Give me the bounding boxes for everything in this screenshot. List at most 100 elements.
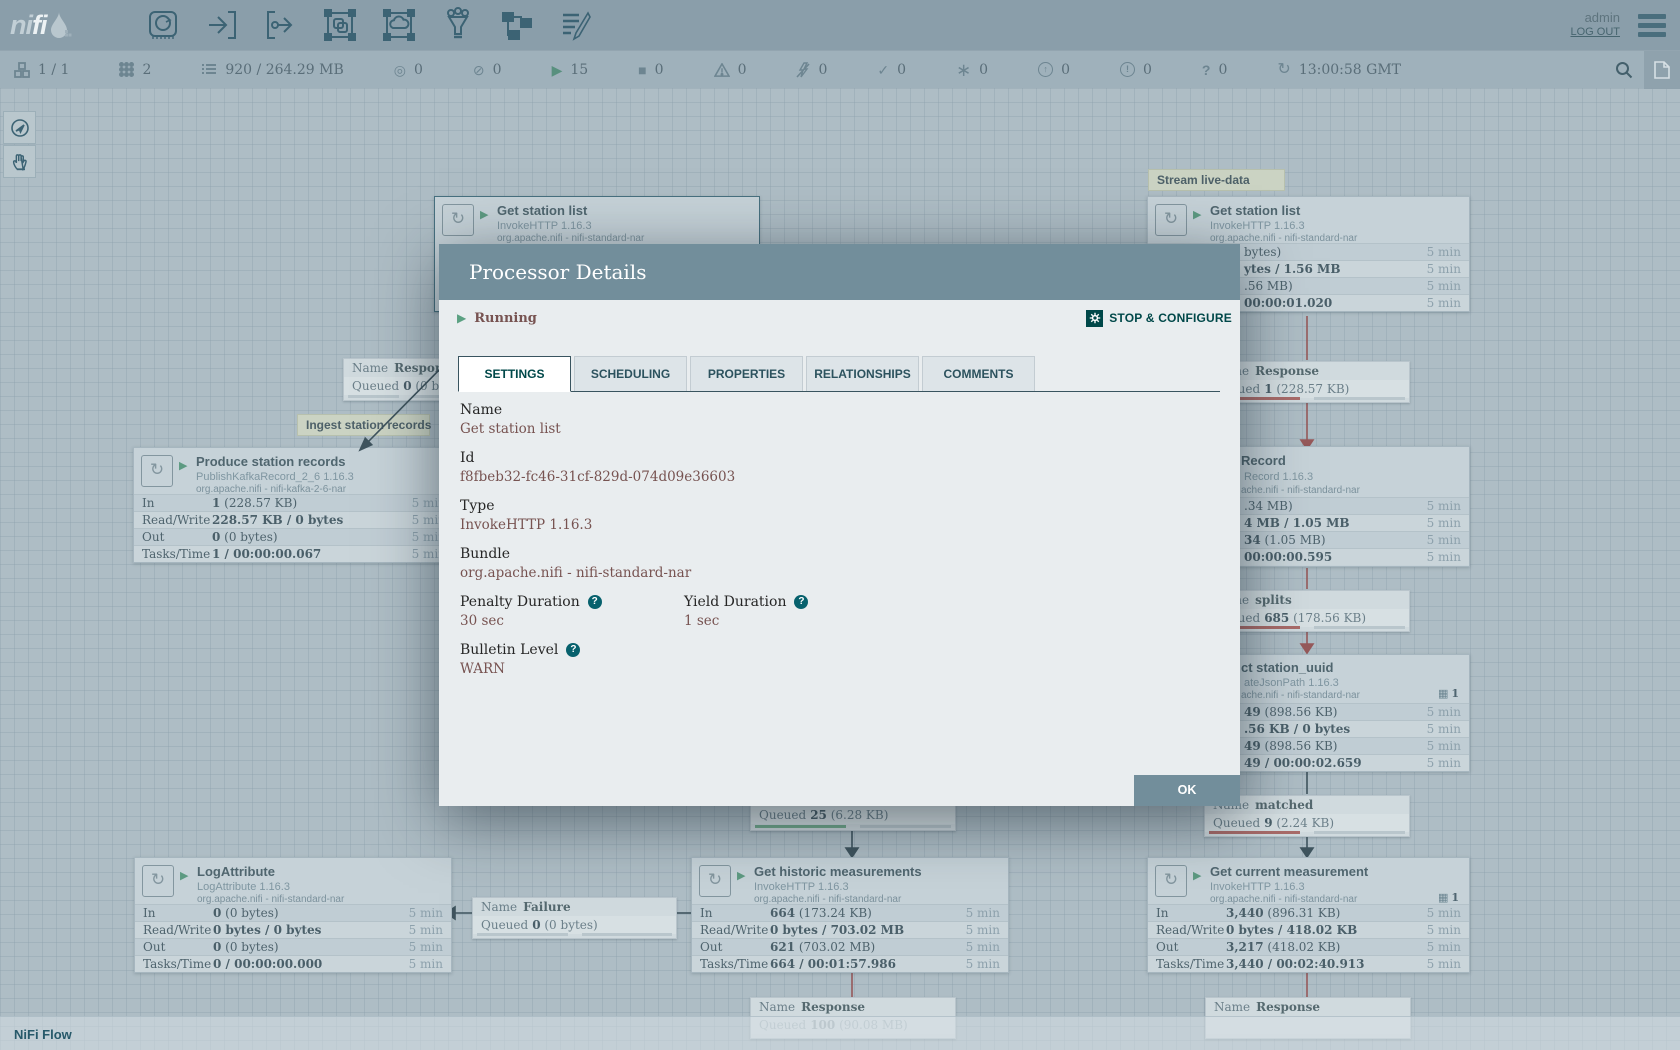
field-bulletin-level: Bulletin Level? WARN — [460, 642, 1210, 677]
running-status-icon: ▶ — [480, 208, 488, 221]
processor-type: ateJsonPath 1.16.3 — [1244, 677, 1339, 689]
field-value: WARN — [460, 661, 1210, 677]
tab-properties[interactable]: PROPERTIES — [690, 356, 803, 391]
dialog-settings-panel: Name Get station list Id f8fbeb32-fc46-3… — [439, 392, 1240, 677]
remote-process-group-component-icon[interactable] — [378, 4, 420, 46]
processor-icon: ↻ — [141, 455, 173, 487]
running-status-icon: ▶ — [457, 311, 466, 325]
running-status-icon: ▶ — [1193, 208, 1201, 221]
template-component-icon[interactable] — [496, 4, 538, 46]
dialog-status-row: ▶ Running STOP & CONFIGURE — [439, 300, 1240, 336]
queued-status: 920 / 264.29 MB — [201, 62, 343, 78]
field-value: 1 sec — [684, 613, 808, 629]
tab-scheduling[interactable]: SCHEDULING — [574, 356, 687, 391]
processor-icon: ↻ — [1155, 865, 1187, 897]
stat-row: Out3,217 (418.02 KB)5 min — [1148, 938, 1469, 955]
running-status-icon: ▶ — [1193, 869, 1201, 882]
label-component-icon[interactable] — [555, 4, 597, 46]
processor-icon: ↻ — [699, 865, 731, 897]
disabled-icon — [796, 62, 810, 78]
invalid-status: 0 — [714, 62, 747, 78]
processor-log-attribute[interactable]: ↻ ▶ LogAttribute LogAttribute 1.16.3 org… — [134, 857, 452, 973]
processor-name: Get historic measurements — [754, 864, 922, 879]
breadcrumb[interactable]: NiFi Flow — [14, 1027, 72, 1042]
stop-and-configure-button[interactable]: STOP & CONFIGURE — [1086, 310, 1232, 327]
output-port-component-icon[interactable] — [260, 4, 302, 46]
user-block: admin LOG OUT — [1570, 10, 1620, 40]
help-icon[interactable]: ? — [794, 595, 808, 609]
last-refresh: ↻ 13:00:58 GMT — [1277, 62, 1401, 78]
nifi-droplet-icon — [47, 10, 73, 40]
running-status: ▶ 15 — [552, 62, 589, 78]
global-menu-icon[interactable] — [1638, 10, 1666, 41]
stat-row: In3,440 (896.31 KB)5 min — [1148, 904, 1469, 921]
processor-get-current-measurement[interactable]: ↻ ▶ Get current measurement InvokeHTTP 1… — [1147, 857, 1470, 973]
processor-type: InvokeHTTP 1.16.3 — [1210, 220, 1305, 232]
queued-row: Queued9 (2.24 KB) — [1205, 814, 1409, 832]
logout-link[interactable]: LOG OUT — [1570, 25, 1620, 40]
field-value: Get station list — [460, 421, 1210, 437]
stat-row: Tasks/Time3,440 / 00:02:40.9135 min — [1148, 955, 1469, 972]
help-icon[interactable]: ? — [588, 595, 602, 609]
birdseye-toggle-button[interactable] — [1644, 51, 1680, 89]
processor-type: InvokeHTTP 1.16.3 — [754, 881, 849, 893]
running-status-icon: ▶ — [179, 459, 187, 472]
field-id: Id f8fbeb32-fc46-31cf-829d-074d09e36603 — [460, 450, 1210, 485]
field-label: Type — [460, 498, 1210, 514]
processor-name: Record — [1241, 453, 1286, 468]
dialog-tabs: SETTINGS SCHEDULING PROPERTIES RELATIONS… — [458, 356, 1220, 392]
locally-modified-stale-icon: ! — [1120, 62, 1135, 77]
flow-label-ingest-station-records[interactable]: Ingest station records — [297, 414, 430, 436]
up-to-date-icon: ✓ — [877, 63, 889, 77]
help-icon[interactable]: ? — [566, 643, 580, 657]
navigate-icon — [10, 118, 30, 138]
processor-component-icon[interactable] — [142, 4, 184, 46]
breadcrumb-bar: NiFi Flow — [0, 1016, 1680, 1050]
pan-hand-button[interactable] — [3, 145, 36, 178]
field-label: Bulletin Level? — [460, 642, 1210, 658]
connection-queued-25[interactable]: Queued25 (6.28 KB) — [750, 805, 956, 831]
stopped-icon: ■ — [638, 63, 646, 77]
processor-bundle: ache.nifi - nifi-standard-nar — [1241, 485, 1360, 496]
sync-failure-icon: ? — [1202, 63, 1211, 77]
processor-details-dialog: Processor Details ▶ Running STOP & CONFI… — [439, 244, 1240, 806]
processor-bundle: ache.nifi - nifi-standard-nar — [1241, 690, 1360, 701]
not-transmitting-status: ⊘ 0 — [473, 62, 502, 78]
field-penalty-duration: Penalty Duration? 30 sec — [460, 594, 684, 629]
processor-type: LogAttribute 1.16.3 — [197, 881, 290, 893]
ok-button[interactable]: OK — [1134, 775, 1240, 806]
stat-row: Read/Write0 bytes / 418.02 KB5 min — [1148, 921, 1469, 938]
tasks-badge: ▦1 — [1438, 687, 1459, 700]
tab-settings[interactable]: SETTINGS — [458, 356, 571, 392]
locally-modified-status: ∗ 0 — [956, 62, 988, 78]
process-group-component-icon[interactable] — [319, 4, 361, 46]
stat-row: Read/Write0 bytes / 0 bytes5 min — [135, 921, 451, 938]
active-threads-icon — [119, 62, 134, 77]
run-status-text: Running — [474, 311, 537, 326]
processor-name: ct station_uuid — [1241, 660, 1333, 675]
tab-comments[interactable]: COMMENTS — [922, 356, 1035, 391]
locally-modified-stale-status: ! 0 — [1120, 62, 1152, 78]
dialog-title: Processor Details — [439, 244, 1240, 300]
name-row: NameResponse — [751, 998, 955, 1016]
processor-produce-station-records[interactable]: ↻ ▶ Produce station records PublishKafka… — [133, 447, 455, 563]
funnel-component-icon[interactable] — [437, 4, 479, 46]
input-port-component-icon[interactable] — [201, 4, 243, 46]
flow-label-stream-live-data[interactable]: Stream live-data — [1148, 169, 1285, 191]
refresh-icon[interactable]: ↻ — [1277, 63, 1290, 77]
stop-configure-icon — [1086, 310, 1103, 327]
processor-icon: ↻ — [442, 204, 474, 236]
logo-text: ni — [10, 10, 32, 41]
tab-relationships[interactable]: RELATIONSHIPS — [806, 356, 919, 391]
stat-row: Out621 (703.02 MB)5 min — [692, 938, 1008, 955]
navigate-button[interactable] — [3, 111, 36, 144]
connection-failure[interactable]: NameFailure Queued0 (0 bytes) — [472, 897, 677, 939]
running-status-icon: ▶ — [737, 869, 745, 882]
field-name: Name Get station list — [460, 402, 1210, 437]
search-button[interactable] — [1604, 51, 1644, 89]
disabled-status: 0 — [796, 62, 827, 78]
hand-icon — [10, 152, 30, 172]
status-bar-right — [1604, 51, 1680, 89]
processor-get-historic-measurements[interactable]: ↻ ▶ Get historic measurements InvokeHTTP… — [691, 857, 1009, 973]
processor-name: Get station list — [497, 203, 587, 218]
